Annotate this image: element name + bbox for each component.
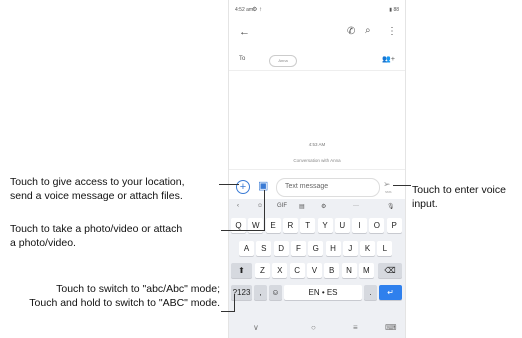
key-h[interactable]: H <box>325 241 341 256</box>
battery-indicator: ▮ 88 <box>389 7 399 13</box>
key-r[interactable]: R <box>282 218 298 233</box>
key-s[interactable]: S <box>256 241 272 256</box>
leader-line-photo-vertical <box>264 190 265 230</box>
key-g[interactable]: G <box>308 241 324 256</box>
key-x[interactable]: X <box>272 263 288 278</box>
key-b[interactable]: B <box>324 263 340 278</box>
keyboard-toolbar: ‹ ☺ GIF ▤ ⚙ ··· 🎙 <box>229 199 405 217</box>
callout-line: Touch and hold to switch to "ABC" mode. <box>29 297 220 309</box>
callout-line: Touch to enter voice <box>412 184 506 196</box>
nav-home-icon[interactable]: ○ <box>311 323 316 332</box>
send-sms-label: SMS <box>385 190 392 194</box>
leader-line-voice <box>393 185 411 186</box>
status-time: 4:52 am <box>235 7 254 13</box>
leader-line-location <box>219 184 239 185</box>
comma-key[interactable]: , <box>254 285 267 300</box>
key-n[interactable]: N <box>341 263 357 278</box>
more-tools-icon[interactable]: ··· <box>353 203 359 209</box>
microphone-icon[interactable]: 🎙 <box>387 203 395 210</box>
callout-line: a photo/video. <box>10 237 76 249</box>
text-message-input[interactable]: Text message <box>276 178 380 197</box>
keyboard-switch-icon[interactable]: ⌨ <box>385 323 397 332</box>
key-e[interactable]: E <box>265 218 281 233</box>
attach-plus-icon[interactable]: + <box>236 180 250 194</box>
status-bar: 4:52 am ⚙ ↑ ▮ 88 <box>229 0 405 20</box>
to-label: To <box>239 56 246 62</box>
shift-key[interactable]: ⬆ <box>231 263 252 278</box>
enter-key[interactable]: ↵ <box>379 285 402 300</box>
status-icons: ⚙ ↑ <box>252 7 263 13</box>
message-timestamp: 4:53 AM <box>308 142 326 147</box>
period-key[interactable]: . <box>364 285 377 300</box>
back-arrow-icon[interactable]: ← <box>239 26 250 38</box>
key-p[interactable]: P <box>386 218 402 233</box>
gif-button[interactable]: GIF <box>277 203 287 209</box>
key-c[interactable]: C <box>289 263 305 278</box>
photo-callout: Touch to take a photo/video or attach a … <box>10 222 218 250</box>
text-message-placeholder: Text message <box>285 183 329 190</box>
emoji-key[interactable]: ☺ <box>269 285 282 300</box>
nav-back-icon[interactable]: ∨ <box>253 323 259 332</box>
key-f[interactable]: F <box>290 241 306 256</box>
callout-line: Touch to switch to "abc/Abc" mode; <box>56 283 220 295</box>
recipient-chip[interactable]: Anna <box>269 55 297 67</box>
callout-line: Touch to give access to your location, <box>10 176 185 188</box>
key-z[interactable]: Z <box>255 263 270 278</box>
phone-call-icon[interactable]: ✆ <box>347 26 355 37</box>
key-k[interactable]: K <box>360 241 376 256</box>
divider <box>229 169 405 170</box>
key-a[interactable]: A <box>239 241 254 256</box>
search-icon[interactable]: ⌕ <box>365 25 371 36</box>
callout-line: send a voice message or attach files. <box>10 190 183 202</box>
message-composer: + ▣ Text message ➢ SMS <box>229 176 405 198</box>
clipboard-icon[interactable]: ▤ <box>299 203 305 210</box>
callout-line: input. <box>412 198 438 210</box>
leader-line-mode-vertical <box>234 294 235 311</box>
key-j[interactable]: J <box>342 241 358 256</box>
key-l[interactable]: L <box>377 241 393 256</box>
key-o[interactable]: O <box>369 218 385 233</box>
voice-callout: Touch to enter voice input. <box>412 183 520 211</box>
backspace-key[interactable]: ⌫ <box>378 263 402 278</box>
conversation-label: Conversation with Anna <box>293 158 341 163</box>
key-m[interactable]: M <box>358 263 374 278</box>
sticker-icon[interactable]: ☺ <box>257 203 263 209</box>
add-group-icon[interactable]: 👥+ <box>382 55 395 63</box>
leader-line-photo <box>221 230 265 231</box>
more-options-icon[interactable]: ⋮ <box>387 26 397 37</box>
keyboard-row-4: ?123, ☺ EN • ES. ↵ <box>229 285 405 304</box>
callout-line: Touch to take a photo/video or attach <box>10 223 183 235</box>
app-bar: ← ✆ ⌕ ⋮ <box>229 22 405 44</box>
key-i[interactable]: I <box>352 218 368 233</box>
location-callout: Touch to give access to your location, s… <box>10 175 214 203</box>
keyboard-row-1: QWERTYUIOP <box>229 218 405 237</box>
leader-line-mode <box>221 311 235 312</box>
keyboard-row-2: ASDFGHJKL <box>229 241 405 260</box>
key-d[interactable]: D <box>273 241 289 256</box>
key-v[interactable]: V <box>306 263 322 278</box>
key-y[interactable]: Y <box>317 218 333 233</box>
nav-recents-icon[interactable]: ≡ <box>353 323 358 332</box>
send-icon[interactable]: ➢ <box>383 179 391 190</box>
key-t[interactable]: T <box>300 218 316 233</box>
keyboard-row-3: ⬆ Z X C V B N M ⌫ <box>229 263 405 282</box>
recipient-bar: To Anna 👥+ <box>229 52 405 71</box>
phone-screen: 4:52 am ⚙ ↑ ▮ 88 ← ✆ ⌕ ⋮ To Anna 👥+ 4:53… <box>228 0 406 338</box>
navigation-bar: ∨ ○ ≡ ⌨ <box>229 319 405 338</box>
key-u[interactable]: U <box>334 218 350 233</box>
mode-callout: Touch to switch to "abc/Abc" mode; Touch… <box>0 282 220 310</box>
keyboard-collapse-icon[interactable]: ‹ <box>237 203 239 209</box>
keyboard-settings-icon[interactable]: ⚙ <box>321 203 326 210</box>
space-key[interactable]: EN • ES <box>284 285 362 300</box>
keyboard: ‹ ☺ GIF ▤ ⚙ ··· 🎙 QWERTYUIOP ASDFGHJKL ⬆ Z X C V B N… <box>229 199 405 338</box>
